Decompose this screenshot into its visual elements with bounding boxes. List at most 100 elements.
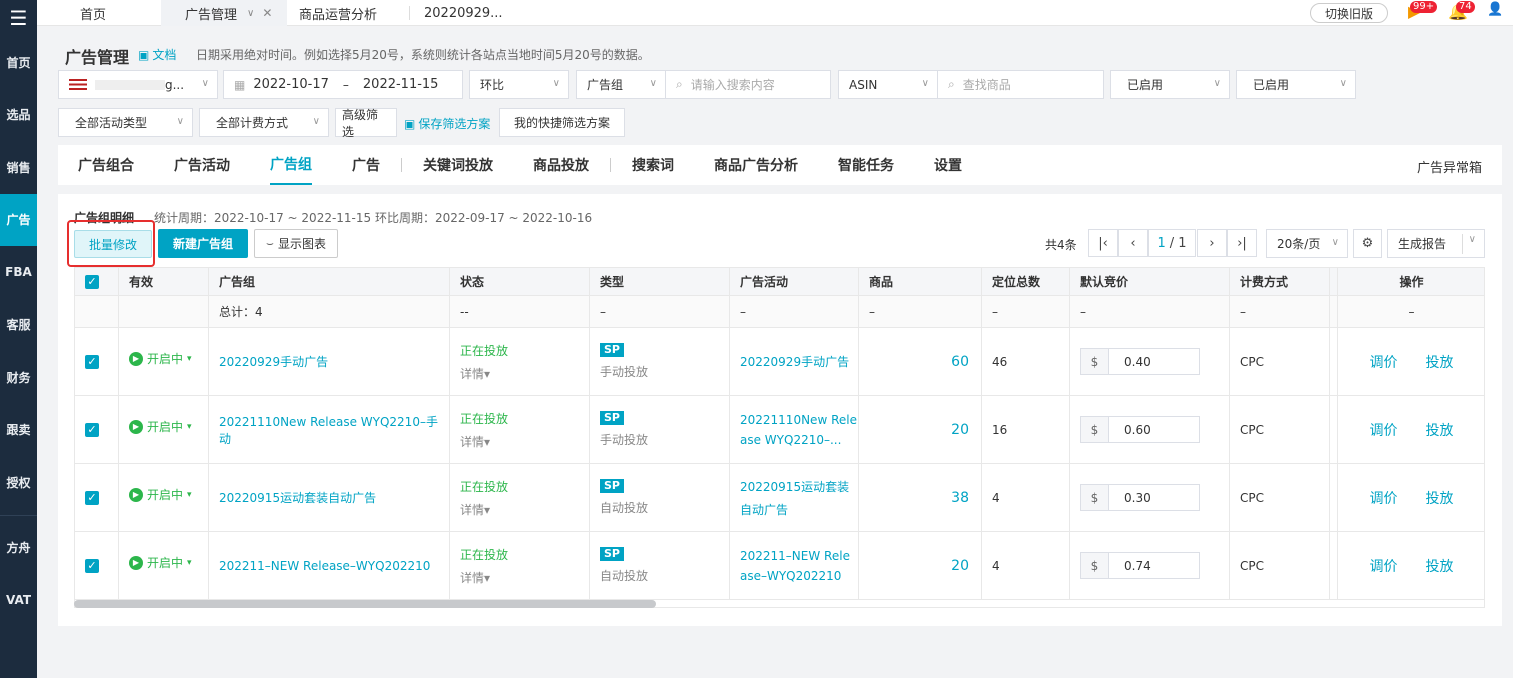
sidebar-item-auth[interactable]: 授权 [0,456,37,509]
campaign-link[interactable]: 202211–NEW Rele ase–WYQ202210 [730,532,859,599]
status-select-2[interactable]: 已启用 ∨ [1236,70,1356,99]
gear-icon[interactable]: ⚙ [1353,229,1382,258]
page-size-select[interactable]: 20条/页 ∨ [1266,229,1348,258]
flag-icon[interactable]: ▶99+ [1408,1,1438,21]
enabled-toggle[interactable]: ▶ 开启中 ▾ [129,350,192,367]
compare-select[interactable]: 环比 ∨ [469,70,569,99]
bid-input[interactable]: $0.30 [1080,484,1200,511]
column-header[interactable]: 类型 [590,268,730,295]
horizontal-scrollbar[interactable] [74,600,656,608]
campaign-link[interactable]: 20221110New Rele ase WYQ2210–... [730,396,859,463]
column-header[interactable]: 商品 [859,268,982,295]
last-page-button[interactable]: ›| [1227,229,1257,257]
tab-settings[interactable]: 设置 [934,145,962,185]
detail-dropdown[interactable]: 详情▾ [460,569,490,586]
campaign-link[interactable]: 20220915运动套装 自动广告 [730,464,859,531]
sidebar-item-finance[interactable]: 财务 [0,351,37,404]
tab-search-terms[interactable]: 搜索词 [632,145,674,185]
column-header[interactable]: 默认竞价 [1070,268,1230,295]
close-icon[interactable]: ✕ [262,6,272,20]
avatar[interactable]: 👤 [1487,2,1503,17]
adjust-price-link[interactable]: 调价 [1370,420,1398,440]
status-select-1[interactable]: 已启用 ∨ [1110,70,1230,99]
new-ad-group-button[interactable]: 新建广告组 [158,229,248,258]
products-count[interactable]: 38 [859,464,982,531]
activity-type-select[interactable]: 全部活动类型 ∨ [58,108,193,137]
detail-dropdown[interactable]: 详情▾ [460,365,490,382]
sidebar-item-vat[interactable]: VAT [0,574,37,627]
asin-select[interactable]: ASIN ∨ [838,70,938,99]
date-range-picker[interactable]: ▦ 2022-10-17 – 2022-11-15 [223,70,463,99]
top-tab-ad-management[interactable]: 广告管理 ∨ ✕ [161,0,287,26]
column-header[interactable]: 定位总数 [982,268,1070,295]
row-checkbox[interactable]: ✓ [85,490,99,505]
top-tab-campaign[interactable]: 20220929... [409,6,503,21]
ad-group-name-link[interactable]: 20221110New Release WYQ2210–手动 [209,396,450,463]
sidebar-item-home[interactable]: 首页 [0,36,37,89]
sidebar-item-sales[interactable]: 销售 [0,141,37,194]
tab-product-ad-analysis[interactable]: 商品广告分析 [714,145,798,185]
adjust-price-link[interactable]: 调价 [1370,488,1398,508]
ad-group-name-link[interactable]: 202211–NEW Release–WYQ202210 [209,532,450,599]
sidebar-item-ark[interactable]: 方舟 [0,522,37,575]
adjust-price-link[interactable]: 调价 [1370,352,1398,372]
column-header[interactable]: 计费方式 [1230,268,1330,295]
column-header[interactable]: 状态 [450,268,590,295]
detail-dropdown[interactable]: 详情▾ [460,501,490,518]
ad-anomaly-box-link[interactable]: 广告异常箱 [1417,157,1482,176]
bid-input[interactable]: $0.40 [1080,348,1200,375]
sidebar-item-follow[interactable]: 跟卖 [0,404,37,457]
row-checkbox[interactable]: ✓ [85,354,99,369]
chevron-down-icon[interactable]: ∨ [1461,234,1476,254]
top-tab-product-analysis[interactable]: 商品运营分析 [299,0,377,26]
show-chart-button[interactable]: ⌣ 显示图表 [254,229,338,258]
products-count[interactable]: 20 [859,532,982,599]
column-header[interactable]: 有效 [119,268,209,295]
save-filter-plan-link[interactable]: ▣ 保存筛选方案 [404,115,490,132]
billing-select[interactable]: 全部计费方式 ∨ [199,108,329,137]
products-count[interactable]: 60 [859,328,982,395]
store-select[interactable]: g... ∨ [58,70,218,99]
detail-dropdown[interactable]: 详情▾ [460,433,490,450]
row-checkbox[interactable]: ✓ [85,558,99,573]
adjust-price-link[interactable]: 调价 [1370,556,1398,576]
search-field-select[interactable]: 广告组 ∨ [576,70,666,99]
column-header[interactable]: 广告活动 [730,268,859,295]
switch-old-version-button[interactable]: 切换旧版 [1310,3,1388,23]
first-page-button[interactable]: |‹ [1088,229,1118,257]
tab-keyword-targeting[interactable]: 关键词投放 [423,145,493,185]
bell-icon[interactable]: 🔔74 [1448,1,1475,21]
prev-page-button[interactable]: ‹ [1118,229,1148,257]
tab-ad[interactable]: 广告 [352,145,380,185]
products-count[interactable]: 20 [859,396,982,463]
next-page-button[interactable]: › [1197,229,1227,257]
enabled-toggle[interactable]: ▶ 开启中 ▾ [129,418,192,435]
page-indicator[interactable]: 1/ 1 [1148,229,1196,257]
advanced-filter-button[interactable]: 高级筛选 [335,108,397,139]
bid-input[interactable]: $0.74 [1080,552,1200,579]
sidebar-item-service[interactable]: 客服 [0,299,37,352]
sidebar-item-ads[interactable]: 广告 [0,193,37,246]
ad-group-name-link[interactable]: 20220929手动广告 [209,328,450,395]
tab-smart-tasks[interactable]: 智能任务 [838,145,894,185]
sidebar-item-selection[interactable]: 选品 [0,89,37,142]
targeting-link[interactable]: 投放 [1426,556,1454,576]
doc-link[interactable]: ▣ 文档 [138,46,176,63]
my-filter-plans-button[interactable]: 我的快捷筛选方案 [499,108,625,137]
select-all-checkbox[interactable]: ✓ [85,274,99,289]
sidebar-item-fba[interactable]: FBA [0,246,37,299]
row-checkbox[interactable]: ✓ [85,422,99,437]
top-tab-home[interactable]: 首页 [80,0,106,26]
targeting-link[interactable]: 投放 [1426,352,1454,372]
targeting-link[interactable]: 投放 [1426,420,1454,440]
campaign-link[interactable]: 20220929手动广告 [730,328,859,395]
product-search-input[interactable]: ⌕ 查找商品 [937,70,1104,99]
bid-input[interactable]: $0.60 [1080,416,1200,443]
generate-report-button[interactable]: 生成报告 ∨ [1387,229,1485,258]
tab-product-targeting[interactable]: 商品投放 [533,145,589,185]
ad-group-name-link[interactable]: 20220915运动套装自动广告 [209,464,450,531]
tab-campaign[interactable]: 广告活动 [174,145,230,185]
search-input[interactable]: ⌕ 请输入搜索内容 [665,70,831,99]
targeting-link[interactable]: 投放 [1426,488,1454,508]
chevron-down-icon[interactable]: ∨ [247,8,254,19]
